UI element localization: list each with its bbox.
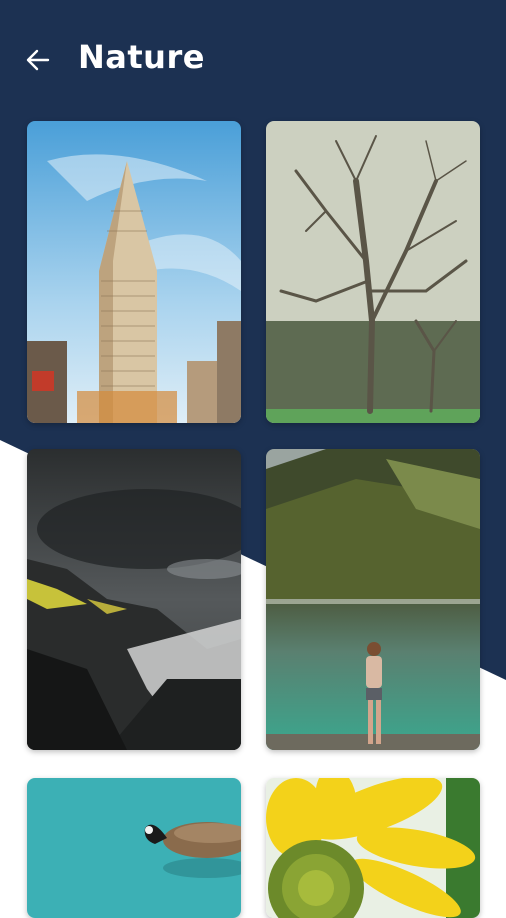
goose-swimming-image (27, 778, 241, 918)
bare-tree-image (266, 121, 480, 423)
page-title: Nature (78, 38, 205, 76)
image-tile-woman-at-lake[interactable] (266, 449, 480, 750)
back-button[interactable] (22, 44, 54, 76)
app-bar: Nature (0, 0, 506, 120)
image-tile-bare-tree[interactable] (266, 121, 480, 423)
stormy-mountains-image (27, 449, 241, 750)
flatiron-building-image (27, 121, 241, 423)
image-tile-flatiron-building[interactable] (27, 121, 241, 423)
image-tile-stormy-mountains[interactable] (27, 449, 241, 750)
woman-at-lake-image (266, 449, 480, 750)
arrow-left-icon (26, 49, 50, 71)
image-tile-goose-swimming[interactable] (27, 778, 241, 918)
image-tile-sunflower[interactable] (266, 778, 480, 918)
sunflower-image (266, 778, 480, 918)
